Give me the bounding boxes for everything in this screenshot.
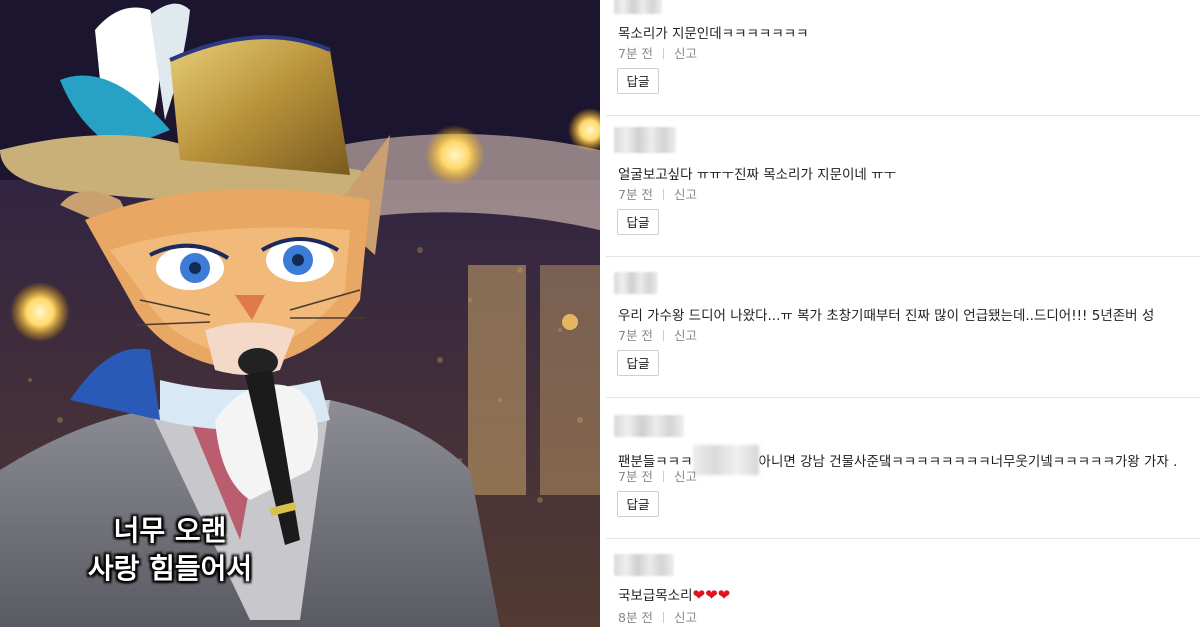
user-avatar-blurred xyxy=(614,415,684,437)
comment-meta: 8분 전 신고 xyxy=(618,607,697,626)
comment-time: 7분 전 xyxy=(618,187,653,202)
reply-button[interactable]: 답글 xyxy=(617,491,659,517)
report-link[interactable]: 신고 xyxy=(674,469,697,484)
meta-divider xyxy=(662,612,664,623)
comment-time: 7분 전 xyxy=(618,46,653,61)
meta-divider xyxy=(662,471,664,482)
comment-meta: 7분 전 신고 xyxy=(618,184,697,203)
comment-item: 국보급목소리❤❤❤ 8분 전 신고 xyxy=(606,538,1200,627)
report-link[interactable]: 신고 xyxy=(674,46,697,61)
comment-text: 우리 가수왕 드디어 나왔다...ㅠ 복가 초창기때부터 진짜 많이 언급됐는데… xyxy=(618,308,1155,324)
reply-button[interactable]: 답글 xyxy=(617,350,659,376)
report-link[interactable]: 신고 xyxy=(674,187,697,202)
comment-text: 목소리가 지문인데ㅋㅋㅋㅋㅋㅋㅋ xyxy=(618,26,809,42)
video-still: 너무 오랜 사랑 힘들어서 xyxy=(0,0,600,627)
meta-divider xyxy=(662,48,664,59)
meta-divider xyxy=(662,189,664,200)
comment-text: 팬분들ㅋㅋㅋ 아니면 강남 건물사준댘ㅋㅋㅋㅋㅋㅋㅋㅋ너무웃기넼ㅋㅋㅋㅋㅋ가왕 가… xyxy=(618,445,1177,475)
report-link[interactable]: 신고 xyxy=(674,328,697,343)
user-avatar-blurred xyxy=(614,554,674,576)
censored-blur xyxy=(692,445,759,475)
user-avatar-blurred xyxy=(614,272,658,294)
heart-emoji-icons: ❤❤❤ xyxy=(692,586,731,604)
comment-time: 8분 전 xyxy=(618,610,653,625)
comment-text: 국보급목소리❤❤❤ xyxy=(618,584,730,604)
video-subtitle: 너무 오랜 사랑 힘들어서 xyxy=(0,512,340,588)
comment-meta: 7분 전 신고 xyxy=(618,43,697,62)
reply-button[interactable]: 답글 xyxy=(617,209,659,235)
comment-item: 목소리가 지문인데ㅋㅋㅋㅋㅋㅋㅋ 7분 전 신고 답글 xyxy=(606,0,1200,116)
comment-item: 팬분들ㅋㅋㅋ 아니면 강남 건물사준댘ㅋㅋㅋㅋㅋㅋㅋㅋ너무웃기넼ㅋㅋㅋㅋㅋ가왕 가… xyxy=(606,397,1200,539)
reply-button[interactable]: 답글 xyxy=(617,68,659,94)
comment-time: 7분 전 xyxy=(618,328,653,343)
subtitle-line-1: 너무 오랜 xyxy=(113,514,227,547)
subtitle-line-2: 사랑 힘들어서 xyxy=(87,552,253,585)
comment-item: 우리 가수왕 드디어 나왔다...ㅠ 복가 초창기때부터 진짜 많이 언급됐는데… xyxy=(606,256,1200,398)
comment-time: 7분 전 xyxy=(618,469,653,484)
comment-meta: 7분 전 신고 xyxy=(618,325,697,344)
comment-list: 목소리가 지문인데ㅋㅋㅋㅋㅋㅋㅋ 7분 전 신고 답글 얼굴보고싶다 ㅠㅠㅜ진짜 … xyxy=(606,0,1200,627)
user-avatar-blurred xyxy=(614,0,662,14)
comment-meta: 7분 전 신고 xyxy=(618,466,697,485)
comment-text-main: 국보급목소리 xyxy=(618,588,693,604)
comment-text: 얼굴보고싶다 ㅠㅠㅜ진짜 목소리가 지문이네 ㅠㅜ xyxy=(618,167,896,183)
meta-divider xyxy=(662,330,664,341)
comment-item: 얼굴보고싶다 ㅠㅠㅜ진짜 목소리가 지문이네 ㅠㅜ 7분 전 신고 답글 xyxy=(606,115,1200,257)
comment-text-part-2: 아니면 강남 건물사준댘ㅋㅋㅋㅋㅋㅋㅋㅋ너무웃기넼ㅋㅋㅋㅋㅋ가왕 가자 . xyxy=(758,454,1178,470)
report-link[interactable]: 신고 xyxy=(674,610,697,625)
user-avatar-blurred xyxy=(614,127,676,153)
